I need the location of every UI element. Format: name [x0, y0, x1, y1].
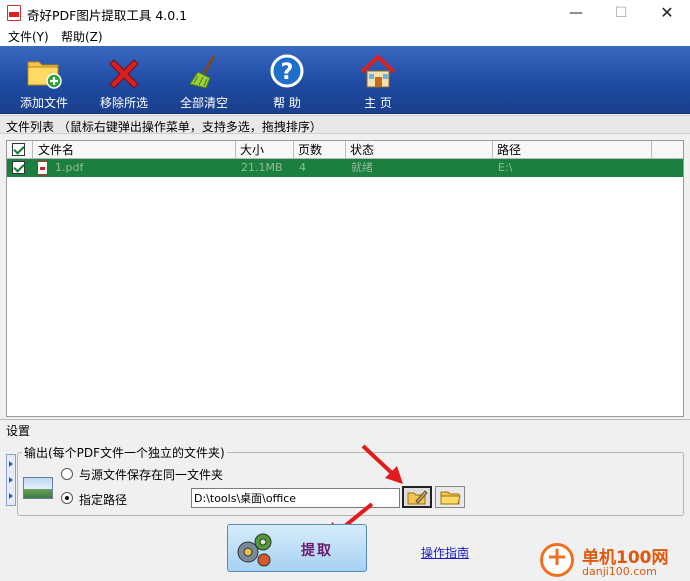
close-button[interactable]: ✕	[644, 0, 690, 26]
remove-selected-button[interactable]: 移除所选	[84, 50, 164, 110]
clear-all-label: 全部清空	[179, 96, 228, 110]
menu-bar: 文件(Y) 帮助(Z)	[0, 26, 690, 46]
folder-pencil-icon	[407, 490, 428, 505]
arrow-right-icon	[9, 477, 13, 483]
file-list-columns: 文件名 大小 页数 状态 路径	[7, 141, 683, 159]
svg-text:?: ?	[281, 60, 294, 85]
add-file-button[interactable]: 添加文件	[4, 50, 84, 110]
extract-button[interactable]: 提取	[227, 524, 367, 572]
select-all-checkbox[interactable]	[12, 143, 25, 156]
cell-pages: 4	[299, 161, 306, 174]
add-file-label: 添加文件	[19, 96, 68, 110]
select-all-column[interactable]	[7, 141, 33, 159]
watermark: 单机100网 danji100.com	[538, 541, 690, 581]
radio-custom-path-label[interactable]: 指定路径	[79, 491, 127, 508]
maximize-button[interactable]: ☐	[598, 0, 644, 26]
home-label: 主 页	[364, 96, 392, 110]
cell-path: E:\	[498, 161, 513, 174]
settings-header: 设置	[0, 419, 690, 438]
browse-folder-button[interactable]	[435, 486, 465, 508]
arrow-right-icon	[9, 493, 13, 499]
remove-selected-label: 移除所选	[99, 96, 148, 110]
column-size[interactable]: 大小	[236, 141, 294, 159]
radio-same-folder-label[interactable]: 与源文件保存在同一文件夹	[79, 466, 223, 483]
add-folder-icon	[27, 61, 62, 89]
guide-link[interactable]: 操作指南	[421, 544, 469, 561]
watermark-url: danji100.com	[582, 565, 657, 578]
open-folder-icon	[440, 491, 461, 505]
column-path[interactable]: 路径	[493, 141, 652, 159]
remove-x-icon	[109, 59, 139, 89]
title-bar: 奇好PDF图片提取工具 4.0.1 — ☐ ✕	[0, 0, 690, 26]
help-label: 帮 助	[273, 96, 301, 110]
arrow-right-icon	[9, 461, 13, 467]
gears-icon	[237, 533, 272, 567]
row-checkbox[interactable]	[12, 161, 25, 174]
cell-size: 21.1MB	[241, 161, 283, 174]
red-arrow-annotation	[361, 444, 403, 484]
watermark-logo	[540, 542, 574, 577]
file-list-view[interactable]: 文件名 大小 页数 状态 路径 1.pdf 21.1MB 4 就绪 E:\	[6, 140, 684, 417]
clear-all-button[interactable]: 全部清空	[164, 50, 244, 110]
window-title: 奇好PDF图片提取工具 4.0.1	[27, 8, 188, 23]
collapse-tab[interactable]	[6, 454, 16, 506]
home-button[interactable]: 主 页	[338, 50, 418, 110]
help-button[interactable]: ? 帮 助	[247, 50, 327, 110]
minimize-button[interactable]: —	[553, 0, 599, 26]
menu-help[interactable]: 帮助(Z)	[61, 28, 103, 45]
settings-title: 设置	[6, 424, 31, 438]
radio-same-folder[interactable]	[61, 468, 73, 480]
output-group-legend: 输出(每个PDF文件一个独立的文件夹)	[22, 444, 227, 461]
file-list-title: 文件列表 （鼠标右键弹出操作菜单，支持多选，拖拽排序）	[6, 120, 322, 134]
radio-custom-path[interactable]	[61, 492, 73, 504]
column-status[interactable]: 状态	[346, 141, 493, 159]
table-row[interactable]: 1.pdf 21.1MB 4 就绪 E:\	[7, 159, 683, 177]
file-list-header: 文件列表 （鼠标右键弹出操作菜单，支持多选，拖拽排序）	[0, 115, 690, 134]
help-icon: ?	[270, 54, 304, 88]
cell-status: 就绪	[351, 161, 373, 174]
app-pdf-icon	[7, 5, 21, 21]
toolbar: 添加文件 移除所选 全部清空 ? 帮 助 主 页	[0, 46, 690, 114]
broom-icon	[189, 55, 216, 89]
menu-file[interactable]: 文件(Y)	[8, 28, 49, 45]
home-icon	[360, 54, 396, 88]
column-filename[interactable]: 文件名	[33, 141, 236, 159]
pdf-file-icon	[37, 161, 48, 175]
extract-label: 提取	[301, 543, 333, 559]
cell-filename: 1.pdf	[55, 161, 84, 174]
column-pages[interactable]: 页数	[294, 141, 346, 159]
image-landscape-icon	[23, 477, 53, 499]
